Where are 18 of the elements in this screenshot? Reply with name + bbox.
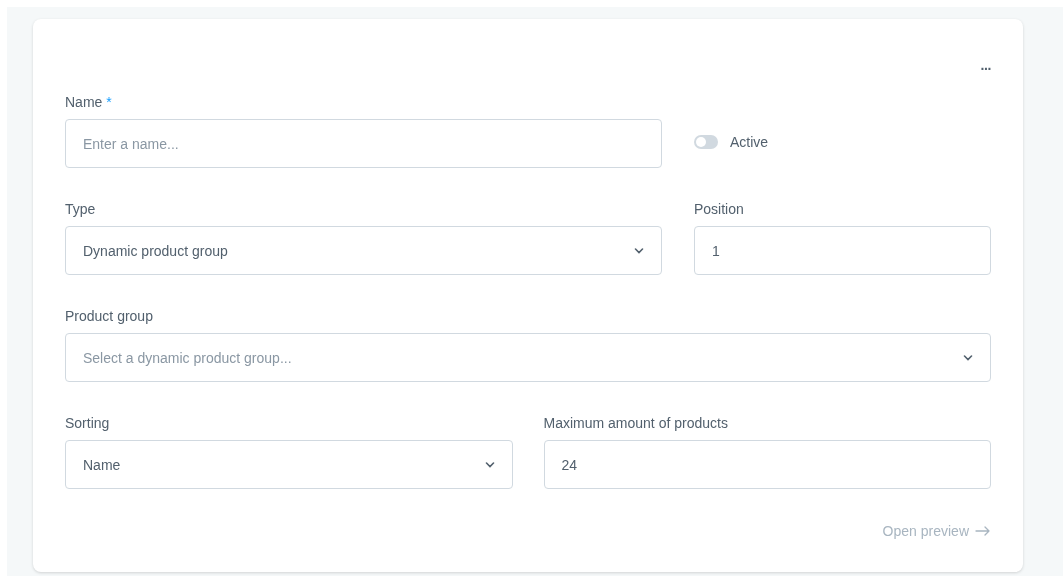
toggle-switch[interactable] [694,135,718,149]
select-field[interactable]: Dynamic product group [65,226,662,275]
more-menu-button[interactable]: ... [980,55,991,75]
field-label: Name [65,93,103,111]
field-label: Maximum amount of products [543,414,728,432]
field-label: Product group [65,307,153,325]
field-label: Sorting [65,414,110,432]
required-mark: * [106,93,112,111]
toggle-label: Active [730,133,769,152]
select-field[interactable]: Name [65,440,513,489]
chevron-down-icon [634,247,644,254]
input-field[interactable]: 24 [543,440,991,489]
chevron-down-icon [484,461,495,468]
field-label: Type [65,200,96,218]
arrow-right-icon [975,526,991,536]
chevron-down-icon [963,354,973,361]
input-field[interactable]: 1 [694,226,991,275]
field-label: Position [694,200,744,218]
